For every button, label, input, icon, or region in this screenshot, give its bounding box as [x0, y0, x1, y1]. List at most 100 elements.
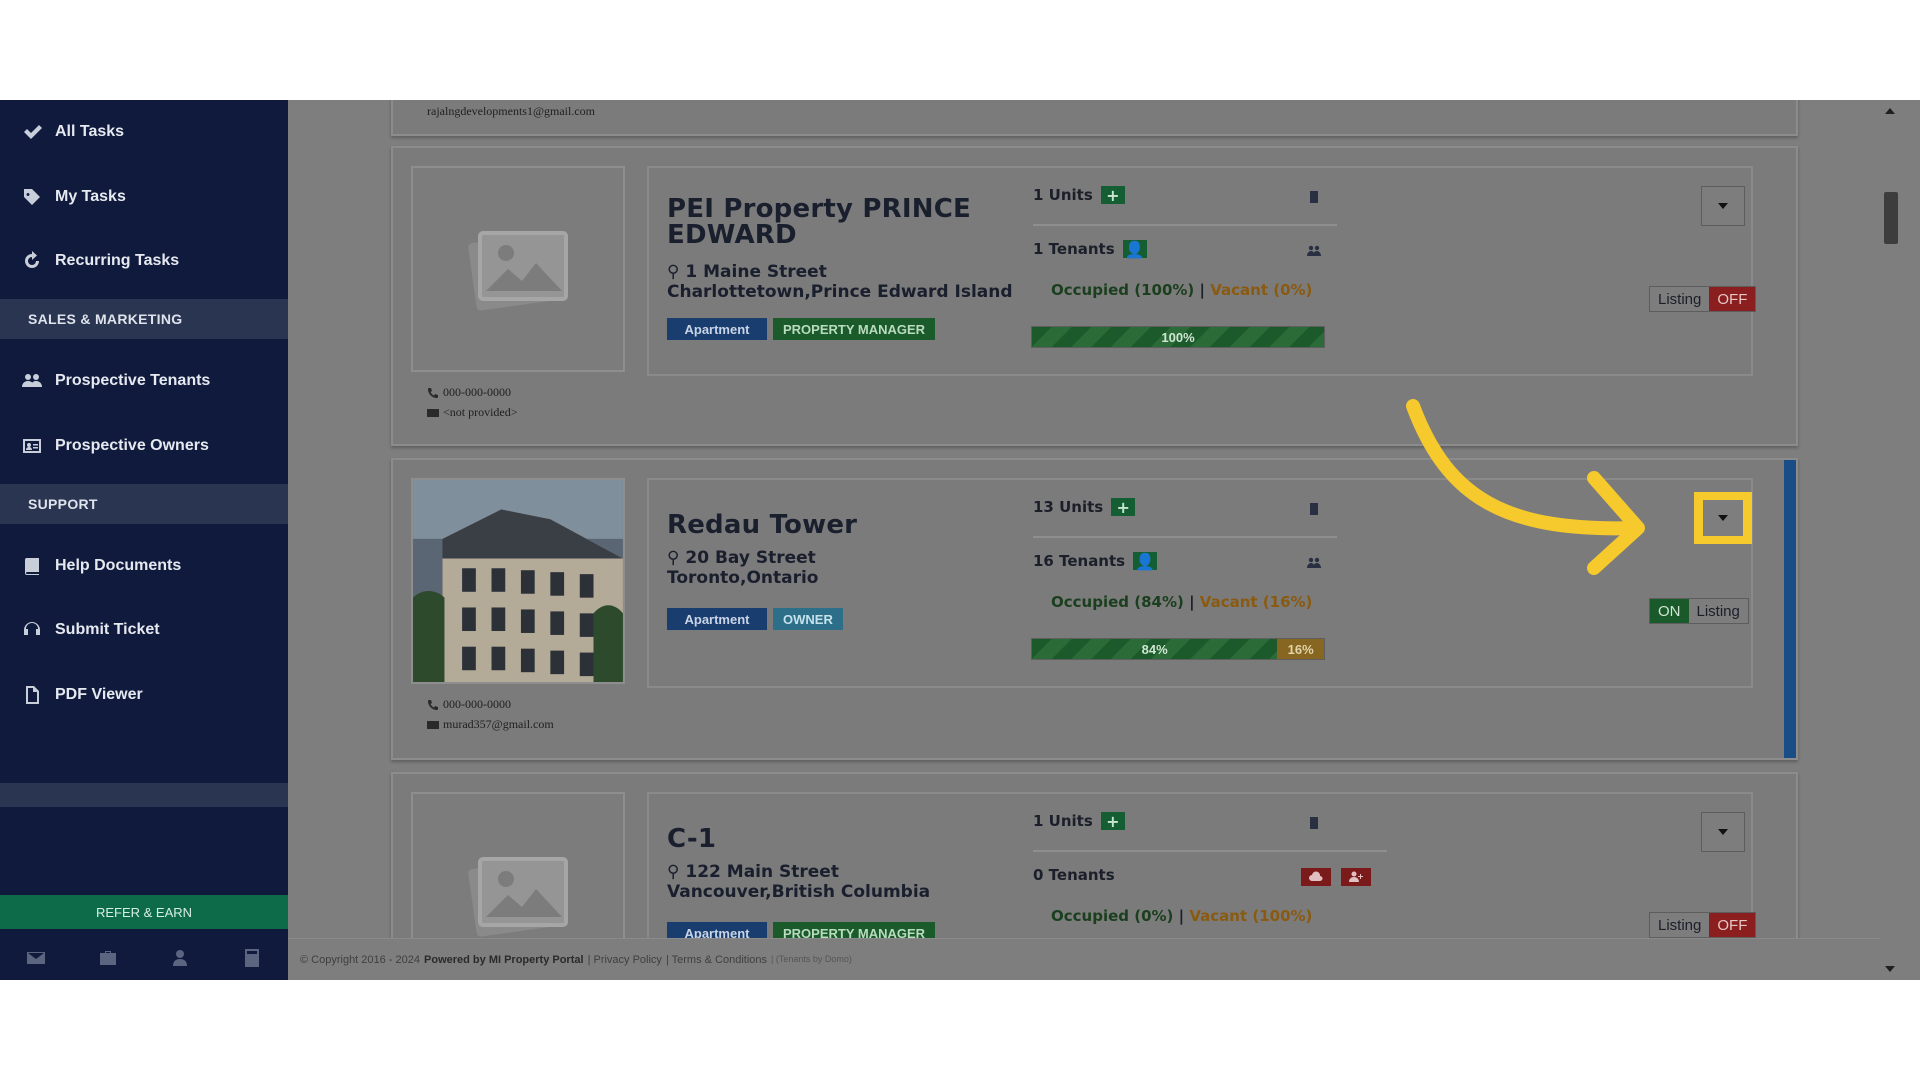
- contact-phone: 000-000-0000: [427, 697, 511, 712]
- property-card-pei: 000-000-0000 <not provided> PEI Property…: [391, 146, 1798, 446]
- property-name[interactable]: C-1: [667, 826, 1007, 852]
- active-card-indicator: [1784, 460, 1796, 758]
- contact-email: rajalngdevelopments1@gmail.com: [427, 104, 596, 118]
- phone-icon: [428, 699, 438, 710]
- actions-dropdown-button[interactable]: [1701, 186, 1745, 226]
- sidebar-item-help-documents[interactable]: Help Documents: [0, 536, 288, 596]
- contact-email: murad357@gmail.com: [427, 717, 554, 732]
- tenants-stat: 16 Tenants 👤: [1033, 552, 1158, 571]
- add-tenant-button[interactable]: 👤: [1122, 240, 1147, 259]
- section-support: SUPPORT: [0, 484, 288, 524]
- caret-down-icon: [1718, 829, 1728, 835]
- briefcase-icon[interactable]: [98, 948, 118, 973]
- phone-icon: [428, 387, 438, 398]
- building-icon: [1307, 502, 1321, 516]
- occupied-segment: 100%: [1032, 327, 1324, 347]
- users-icon: [1307, 244, 1321, 258]
- sidebar-item-prospective-tenants[interactable]: Prospective Tenants: [0, 351, 288, 411]
- image-placeholder-icon: [468, 231, 568, 311]
- actions-dropdown-button-highlighted[interactable]: [1694, 492, 1752, 544]
- property-image-placeholder[interactable]: [411, 166, 625, 372]
- occupancy-text: Occupied (0%) | Vacant (100%): [1051, 907, 1313, 925]
- vacant-segment: 16%: [1277, 639, 1324, 659]
- tag-type: Apartment: [667, 318, 767, 340]
- listing-toggle[interactable]: Listing OFF: [1649, 912, 1757, 938]
- add-unit-button[interactable]: +: [1111, 498, 1136, 517]
- page-footer: © Copyright 2016 - 2024 Powered by MI Pr…: [300, 954, 852, 966]
- user-icon[interactable]: [170, 948, 190, 973]
- users-icon: [18, 371, 46, 391]
- pdf-icon: [18, 685, 46, 705]
- occupancy-bar: 100%: [1031, 326, 1325, 348]
- units-stat: 1 Units +: [1033, 812, 1125, 831]
- property-card-redau-tower: 000-000-0000 murad357@gmail.com Redau To…: [391, 458, 1798, 760]
- sidebar-footer: [0, 940, 288, 980]
- terms-link[interactable]: | Terms & Conditions: [666, 954, 767, 966]
- add-tenant-button[interactable]: 👤: [1133, 552, 1158, 571]
- caret-down-icon: [1718, 203, 1728, 209]
- section-sales-marketing: SALES & MARKETING: [0, 299, 288, 339]
- divider: [1033, 536, 1337, 538]
- scrollbar[interactable]: [1880, 100, 1900, 980]
- property-photo[interactable]: [411, 478, 625, 684]
- image-placeholder-icon: [468, 857, 568, 937]
- tag-role: OWNER: [773, 608, 843, 630]
- occupied-segment: 84%: [1032, 639, 1278, 659]
- envelope-icon: [427, 720, 439, 729]
- units-stat: 13 Units +: [1033, 498, 1136, 517]
- building-photo: [413, 480, 623, 682]
- calculator-icon[interactable]: [242, 948, 262, 973]
- sidebar-item-my-tasks[interactable]: My Tasks: [0, 167, 288, 227]
- sidebar-item-recurring-tasks[interactable]: Recurring Tasks: [0, 231, 288, 291]
- refresh-icon: [18, 251, 46, 271]
- property-details-panel: Redau Tower ⚲ 20 Bay Street Toronto,Onta…: [647, 478, 1753, 688]
- sidebar-item-submit-ticket[interactable]: Submit Ticket: [0, 600, 288, 660]
- add-tenant-button[interactable]: [1341, 868, 1371, 886]
- contact-phone: 000-000-0000: [427, 385, 511, 400]
- sidebar-item-all-tasks[interactable]: All Tasks: [0, 102, 288, 162]
- property-address: ⚲ 1 Maine Street Charlottetown,Prince Ed…: [667, 262, 1013, 302]
- check-icon: [18, 122, 46, 142]
- sidebar: All Tasks My Tasks Recurring Tasks SALES…: [0, 100, 288, 980]
- tenants-stat: 1 Tenants 👤: [1033, 240, 1147, 259]
- occupancy-bar: 84% 16%: [1031, 638, 1325, 660]
- actions-dropdown-button[interactable]: [1701, 812, 1745, 852]
- map-marker-icon: ⚲: [667, 862, 680, 882]
- listing-toggle[interactable]: Listing OFF: [1649, 286, 1757, 312]
- map-marker-icon: ⚲: [667, 262, 680, 282]
- caret-down-icon: [1718, 515, 1728, 521]
- scrollbar-thumb[interactable]: [1884, 192, 1898, 244]
- property-name[interactable]: PEI Property PRINCE EDWARD: [667, 196, 1007, 248]
- main-content: rajalngdevelopments1@gmail.com 000-000-0…: [288, 100, 1900, 980]
- tag-type: Apartment: [667, 608, 767, 630]
- privacy-policy-link[interactable]: | Privacy Policy: [588, 954, 662, 966]
- map-marker-icon: ⚲: [667, 548, 680, 568]
- property-tags: Apartment OWNER: [667, 608, 843, 630]
- building-icon: [1307, 190, 1321, 204]
- property-tags: Apartment PROPERTY MANAGER: [667, 318, 936, 340]
- upload-tenants-button[interactable]: [1301, 868, 1331, 886]
- property-details-panel: PEI Property PRINCE EDWARD ⚲ 1 Maine Str…: [647, 166, 1757, 376]
- sidebar-item-pdf-viewer[interactable]: PDF Viewer: [0, 665, 288, 725]
- headset-icon: [18, 620, 46, 640]
- scroll-down-arrow[interactable]: [1885, 966, 1895, 972]
- envelope-icon: [427, 408, 439, 417]
- envelope-icon[interactable]: [26, 948, 46, 973]
- users-icon: [1307, 556, 1321, 570]
- powered-by-link[interactable]: Powered by MI Property Portal: [424, 954, 584, 966]
- property-address: ⚲ 20 Bay Street Toronto,Ontario: [667, 548, 819, 588]
- add-unit-button[interactable]: +: [1100, 186, 1125, 205]
- tenants-stat: 0 Tenants: [1033, 866, 1115, 884]
- tag-icon: [18, 187, 46, 207]
- app-window: All Tasks My Tasks Recurring Tasks SALES…: [0, 100, 1920, 980]
- refer-earn-button[interactable]: REFER & EARN: [0, 895, 288, 929]
- divider: [1033, 224, 1337, 226]
- sidebar-item-prospective-owners[interactable]: Prospective Owners: [0, 416, 288, 476]
- property-name[interactable]: Redau Tower: [667, 512, 1007, 538]
- book-icon: [18, 556, 46, 576]
- units-stat: 1 Units +: [1033, 186, 1125, 205]
- add-unit-button[interactable]: +: [1100, 812, 1125, 831]
- scroll-up-arrow[interactable]: [1885, 108, 1895, 114]
- listing-toggle[interactable]: ON Listing: [1649, 598, 1749, 624]
- building-icon: [1307, 816, 1321, 830]
